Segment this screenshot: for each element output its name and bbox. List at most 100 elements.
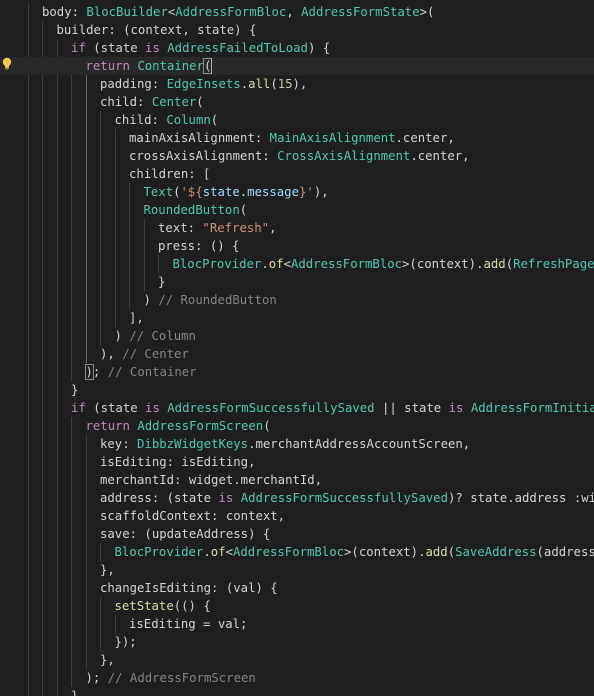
code-token: }, <box>100 563 115 577</box>
code-line[interactable]: mainAxisAlignment: MainAxisAlignment.cen… <box>0 129 594 147</box>
code-text: padding: EdgeInsets.all(15), <box>100 75 307 93</box>
code-line[interactable]: crossAxisAlignment: CrossAxisAlignment.c… <box>0 147 594 165</box>
code-line[interactable]: child: Column( <box>0 111 594 129</box>
code-token: is <box>145 41 160 55</box>
code-text: key: DibbzWidgetKeys.merchantAddressAcco… <box>100 435 470 453</box>
code-token: crossAxisAlignment: <box>129 149 278 163</box>
code-line[interactable]: merchantId: widget.merchantId, <box>0 471 594 489</box>
code-line[interactable]: isEditing: isEditing, <box>0 453 594 471</box>
code-token: } <box>71 383 79 397</box>
code-token: RefreshPage <box>513 257 594 271</box>
code-line[interactable]: setState(() { <box>0 597 594 615</box>
code-line[interactable]: press: () { <box>0 237 594 255</box>
code-token: if <box>71 41 86 55</box>
code-text: child: Center( <box>100 93 204 111</box>
code-line[interactable]: RoundedButton( <box>0 201 594 219</box>
code-token: ], <box>129 311 144 325</box>
code-token: ), <box>292 77 308 91</box>
code-token: ( <box>505 257 514 271</box>
code-text: child: Column( <box>115 111 219 129</box>
code-token: all <box>248 77 271 91</box>
code-line[interactable]: ) // Column <box>0 327 594 345</box>
code-token: AddressFormInitial <box>470 401 594 415</box>
code-text: text: "Refresh", <box>158 219 276 237</box>
code-line[interactable]: ); // AddressFormScreen <box>0 669 594 687</box>
code-line[interactable]: text: "Refresh", <box>0 219 594 237</box>
code-token: is <box>145 401 160 415</box>
code-token: return <box>85 419 130 433</box>
code-line[interactable]: child: Center( <box>0 93 594 111</box>
code-text: BlocProvider.of<AddressFormBloc>(context… <box>115 543 594 561</box>
code-token: AddressFailedToLoad <box>167 41 308 55</box>
code-line[interactable]: if (state is AddressFormSuccessfullySave… <box>0 399 594 417</box>
code-line[interactable]: isEditing = val; <box>0 615 594 633</box>
code-token: ( <box>210 113 219 127</box>
code-line[interactable]: padding: EdgeInsets.all(15), <box>0 75 594 93</box>
code-line[interactable]: children: [ <box>0 165 594 183</box>
code-line[interactable]: ), // Center <box>0 345 594 363</box>
code-line[interactable]: address: (state is AddressFormSuccessful… <box>0 489 594 507</box>
code-token: changeIsEditing: (val) { <box>100 581 278 595</box>
code-token: ( <box>202 58 213 74</box>
code-token: CrossAxisAlignment <box>277 149 411 163</box>
code-line[interactable]: save: (updateAddress) { <box>0 525 594 543</box>
lightbulb-icon[interactable] <box>1 57 13 71</box>
code-text: }, <box>100 561 115 579</box>
code-line[interactable]: return Container( <box>0 57 594 75</box>
code-line[interactable]: }); <box>0 633 594 651</box>
code-line[interactable]: } <box>0 273 594 291</box>
code-line[interactable]: BlocProvider.of<AddressFormBloc>(context… <box>0 255 594 273</box>
code-token: key: <box>100 437 138 451</box>
code-token: body: <box>42 5 87 19</box>
code-text: return AddressFormScreen( <box>86 417 271 435</box>
code-token: SaveAddress <box>455 545 537 559</box>
code-token: ), <box>313 185 329 199</box>
code-token: add <box>425 545 448 559</box>
text-cursor <box>211 58 213 74</box>
code-token: Center <box>151 95 197 109</box>
code-text: ); // AddressFormScreen <box>86 669 256 687</box>
code-token: , <box>286 5 302 19</box>
code-token: (address: <box>536 545 594 559</box>
code-line[interactable]: ); // Container <box>0 363 594 381</box>
code-token: address: (state <box>100 491 219 505</box>
code-token: >( <box>419 5 435 19</box>
code-token: child: <box>100 95 152 109</box>
code-token: add <box>483 257 506 271</box>
code-token: is <box>218 491 234 505</box>
code-token: >(context). <box>344 545 426 559</box>
code-line[interactable]: }, <box>0 561 594 579</box>
code-token: (state <box>85 401 146 415</box>
code-token: // Center <box>122 347 189 361</box>
code-token: . <box>203 545 211 559</box>
code-editor[interactable]: body: BlocBuilder<AddressFormBloc, Addre… <box>0 0 594 696</box>
code-line[interactable]: changeIsEditing: (val) { <box>0 579 594 597</box>
code-token: . <box>240 77 249 91</box>
code-line[interactable]: if (state is AddressFailedToLoad) { <box>0 39 594 57</box>
code-token: // AddressFormScreen <box>107 671 256 685</box>
code-line[interactable]: } <box>0 687 594 696</box>
code-line[interactable]: body: BlocBuilder<AddressFormBloc, Addre… <box>0 3 594 21</box>
code-line[interactable]: return AddressFormScreen( <box>0 417 594 435</box>
code-line[interactable]: BlocProvider.of<AddressFormBloc>(context… <box>0 543 594 561</box>
code-token: BlocProvider <box>114 545 204 559</box>
code-line[interactable]: } <box>0 381 594 399</box>
code-token: .merchantAddressAccountScreen, <box>248 437 471 451</box>
code-text: BlocProvider.of<AddressFormBloc>(context… <box>173 255 594 273</box>
code-text: if (state is AddressFormSuccessfullySave… <box>71 399 594 417</box>
code-line[interactable]: ) // RoundedButton <box>0 291 594 309</box>
code-text: Text('${state.message}'), <box>144 183 329 201</box>
code-line[interactable]: key: DibbzWidgetKeys.merchantAddressAcco… <box>0 435 594 453</box>
code-token: AddressFormBloc <box>232 545 345 559</box>
code-line[interactable]: }, <box>0 651 594 669</box>
code-line[interactable]: builder: (context, state) { <box>0 21 594 39</box>
code-line[interactable]: Text('${state.message}'), <box>0 183 594 201</box>
code-token: } <box>158 275 166 289</box>
code-line[interactable]: ], <box>0 309 594 327</box>
code-text: changeIsEditing: (val) { <box>100 579 278 597</box>
code-token: ) <box>114 329 130 343</box>
code-token: MainAxisAlignment <box>269 131 396 145</box>
code-line[interactable]: scaffoldContext: context, <box>0 507 594 525</box>
code-text: isEditing = val; <box>129 615 247 633</box>
code-token: child: <box>114 113 167 127</box>
